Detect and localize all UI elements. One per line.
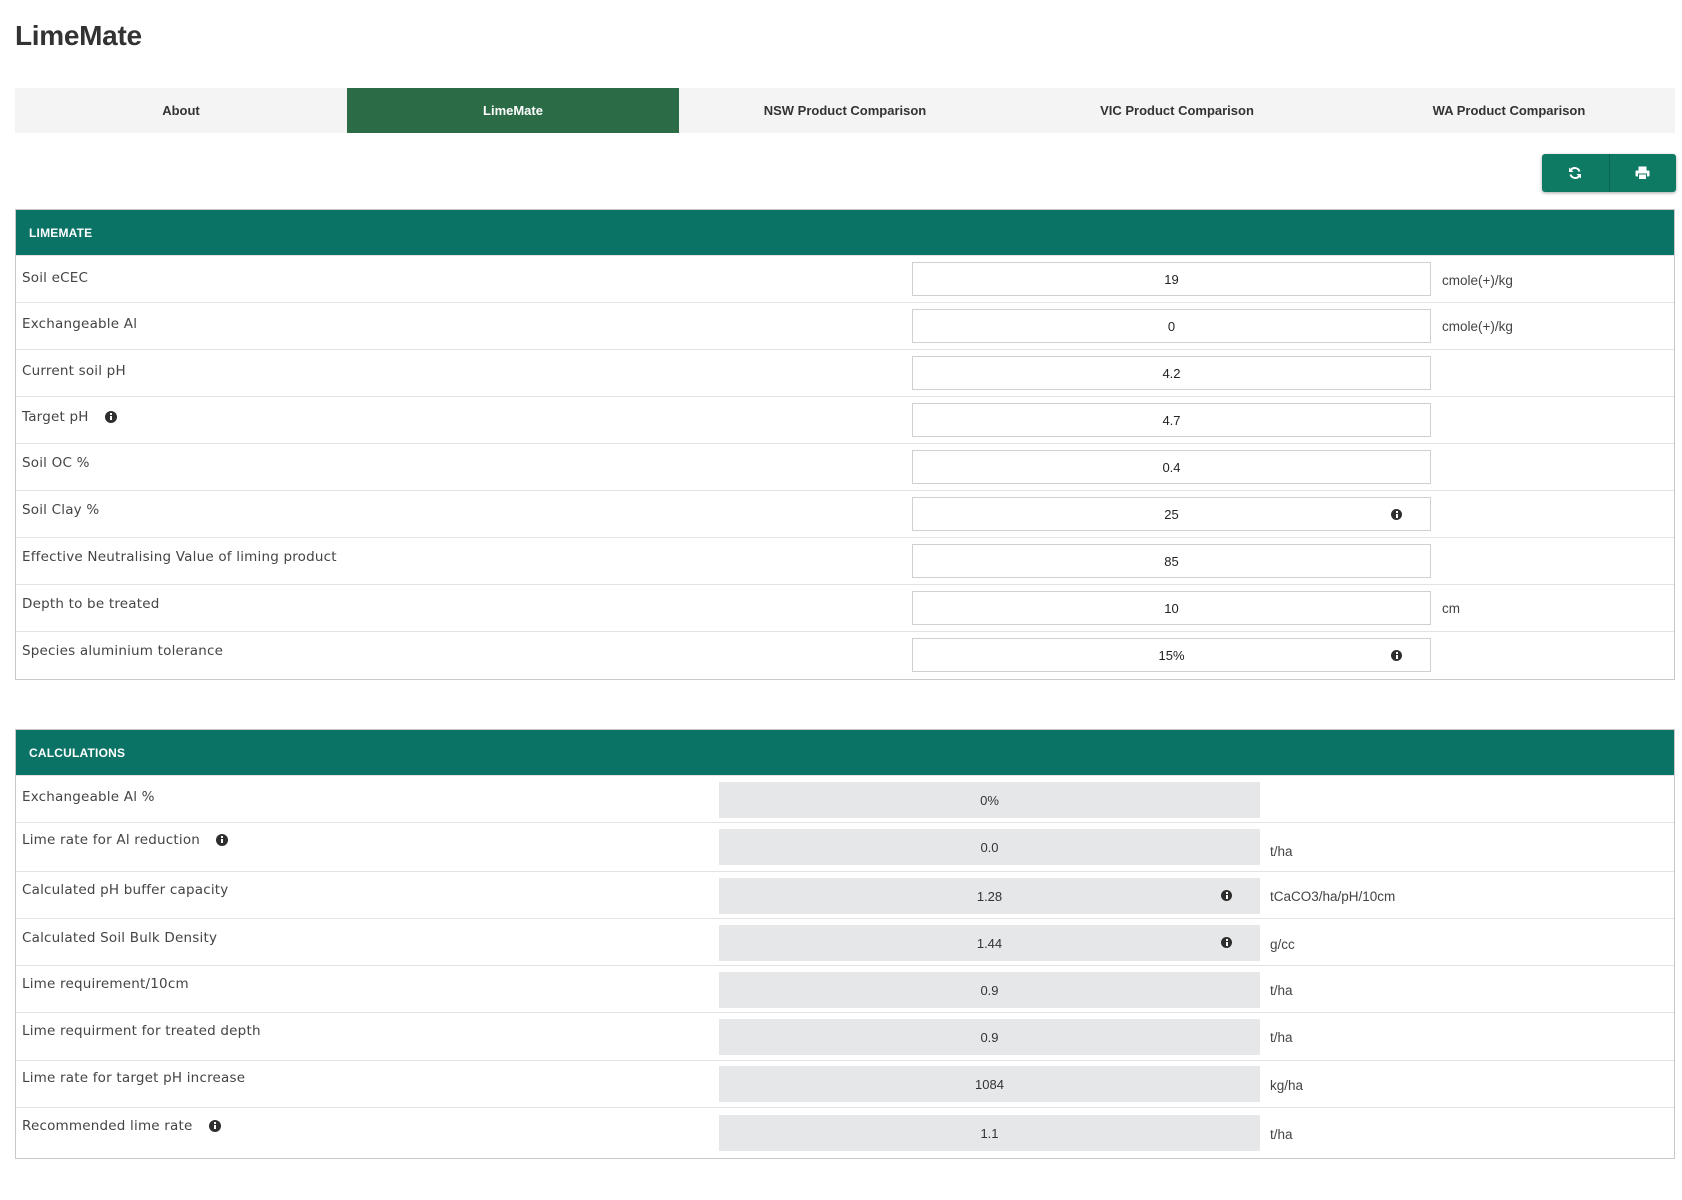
form-row-effective-neutralising-value: Effective Neutralising Value of liming p… — [16, 537, 1674, 584]
soil-ecec-input[interactable]: 19 — [912, 262, 1431, 296]
recommended-lime-rate-output: 1.1 — [719, 1115, 1260, 1151]
recommended-lime-rate-label: Recommended lime rate — [22, 1118, 193, 1134]
row-label: Recommended lime rate — [22, 1118, 221, 1134]
lime-rate-target-ph-output: 1084 — [719, 1066, 1260, 1102]
row-label: Target pH — [22, 409, 117, 425]
current-soil-ph-input[interactable]: 4.2 — [912, 356, 1431, 390]
lime-rate-al-reduction-output: 0.0 — [719, 829, 1260, 865]
form-row-soil-ecec: Soil eCEC 19 cmole(+)/kg — [16, 255, 1674, 302]
info-icon[interactable] — [104, 411, 117, 423]
info-icon[interactable] — [208, 1120, 221, 1132]
target-ph-label: Target pH — [22, 409, 89, 425]
calc-row-lime-rate-al-reduction: Lime rate for Al reduction 0.0 t/ha — [16, 822, 1674, 871]
info-icon[interactable] — [1221, 890, 1232, 901]
unit-label: t/ha — [1270, 1030, 1293, 1045]
form-row-depth-to-be-treated: Depth to be treated 10 cm — [16, 584, 1674, 631]
tab-wa-product-comparison[interactable]: WA Product Comparison — [1343, 88, 1675, 133]
row-label: Calculated pH buffer capacity — [22, 882, 229, 898]
calc-row-ph-buffer-capacity: Calculated pH buffer capacity 1.28 tCaCO… — [16, 871, 1674, 918]
exchangeable-al-pct-output: 0% — [719, 782, 1260, 818]
soil-clay-value: 25 — [1164, 506, 1179, 522]
ph-buffer-capacity-value: 1.28 — [976, 888, 1003, 904]
tab-about[interactable]: About — [15, 88, 347, 133]
row-label: Species aluminium tolerance — [22, 643, 224, 659]
form-row-species-aluminium-tolerance: Species aluminium tolerance 15% — [16, 631, 1674, 678]
row-label: Current soil pH — [22, 363, 126, 379]
unit-label: t/ha — [1270, 983, 1293, 998]
row-label: Depth to be treated — [22, 596, 160, 612]
species-tolerance-value: 15% — [1158, 647, 1185, 663]
exchangeable-al-input[interactable]: 0 — [912, 309, 1431, 343]
tab-nsw-product-comparison[interactable]: NSW Product Comparison — [679, 88, 1011, 133]
row-label: Lime rate for target pH increase — [22, 1070, 246, 1086]
form-row-soil-oc: Soil OC % 0.4 — [16, 443, 1674, 490]
tab-vic-product-comparison[interactable]: VIC Product Comparison — [1011, 88, 1343, 133]
limemate-panel-header: LIMEMATE — [16, 210, 1674, 255]
print-button[interactable] — [1608, 154, 1676, 192]
row-label: Soil OC % — [22, 455, 90, 471]
row-label: Lime rate for Al reduction — [22, 832, 229, 848]
row-label: Lime requirment for treated depth — [22, 1023, 261, 1039]
row-label: Calculated Soil Bulk Density — [22, 930, 218, 946]
app-title: LimeMate — [15, 20, 142, 51]
calc-row-recommended-lime-rate: Recommended lime rate 1.1 t/ha — [16, 1107, 1674, 1157]
info-icon[interactable] — [1391, 650, 1402, 661]
target-ph-input[interactable]: 4.7 — [912, 403, 1431, 437]
calculations-panel: CALCULATIONS Exchangeable Al % 0% Lime r… — [15, 729, 1675, 1159]
row-label: Soil eCEC — [22, 270, 89, 286]
ph-buffer-capacity-output: 1.28 — [719, 878, 1260, 914]
calc-row-lime-requirement-treated-depth: Lime requirment for treated depth 0.9 t/… — [16, 1012, 1674, 1060]
unit-label: tCaCO3/ha/pH/10cm — [1270, 889, 1396, 904]
form-row-current-soil-ph: Current soil pH 4.2 — [16, 349, 1674, 396]
lime-rate-al-reduction-label: Lime rate for Al reduction — [22, 832, 201, 848]
unit-label: t/ha — [1270, 844, 1293, 859]
unit-label: cm — [1442, 601, 1460, 616]
lime-requirement-10cm-output: 0.9 — [719, 972, 1260, 1008]
tab-limemate[interactable]: LimeMate — [347, 88, 679, 133]
info-icon[interactable] — [1221, 937, 1232, 948]
refresh-button[interactable] — [1542, 154, 1609, 192]
row-label: Lime requirement/10cm — [22, 976, 189, 992]
depth-input[interactable]: 10 — [912, 591, 1431, 625]
unit-label: cmole(+)/kg — [1442, 273, 1513, 288]
info-icon[interactable] — [1391, 509, 1402, 520]
env-input[interactable]: 85 — [912, 544, 1431, 578]
print-icon — [1635, 166, 1650, 180]
form-row-exchangeable-al: Exchangeable Al 0 cmole(+)/kg — [16, 302, 1674, 349]
calculations-panel-header: CALCULATIONS — [16, 730, 1674, 775]
row-label: Effective Neutralising Value of liming p… — [22, 549, 337, 565]
limemate-panel: LIMEMATE Soil eCEC 19 cmole(+)/kg Exchan… — [15, 209, 1675, 680]
unit-label: g/cc — [1270, 937, 1295, 952]
unit-label: kg/ha — [1270, 1078, 1304, 1093]
info-icon[interactable] — [216, 834, 229, 846]
calc-row-soil-bulk-density: Calculated Soil Bulk Density 1.44 g/cc — [16, 918, 1674, 965]
species-tolerance-select[interactable]: 15% — [912, 638, 1431, 672]
calc-row-lime-rate-target-ph: Lime rate for target pH increase 1084 kg… — [16, 1060, 1674, 1107]
form-row-soil-clay: Soil Clay % 25 — [16, 490, 1674, 537]
unit-label: t/ha — [1270, 1127, 1293, 1142]
toolbar-button-group — [1542, 154, 1676, 192]
soil-oc-input[interactable]: 0.4 — [912, 450, 1431, 484]
form-row-target-ph: Target pH 4.7 — [16, 396, 1674, 443]
tab-bar: About LimeMate NSW Product Comparison VI… — [15, 88, 1675, 133]
unit-label: cmole(+)/kg — [1442, 319, 1513, 334]
lime-requirement-treated-depth-output: 0.9 — [719, 1019, 1260, 1055]
row-label: Exchangeable Al % — [22, 789, 155, 805]
refresh-icon — [1569, 167, 1582, 179]
calc-row-lime-requirement-10cm: Lime requirement/10cm 0.9 t/ha — [16, 965, 1674, 1012]
soil-bulk-density-value: 1.44 — [976, 935, 1003, 951]
row-label: Exchangeable Al — [22, 316, 138, 332]
soil-bulk-density-output: 1.44 — [719, 925, 1260, 961]
soil-clay-input[interactable]: 25 — [912, 497, 1431, 531]
calc-row-exchangeable-al-pct: Exchangeable Al % 0% — [16, 775, 1674, 822]
row-label: Soil Clay % — [22, 502, 100, 518]
